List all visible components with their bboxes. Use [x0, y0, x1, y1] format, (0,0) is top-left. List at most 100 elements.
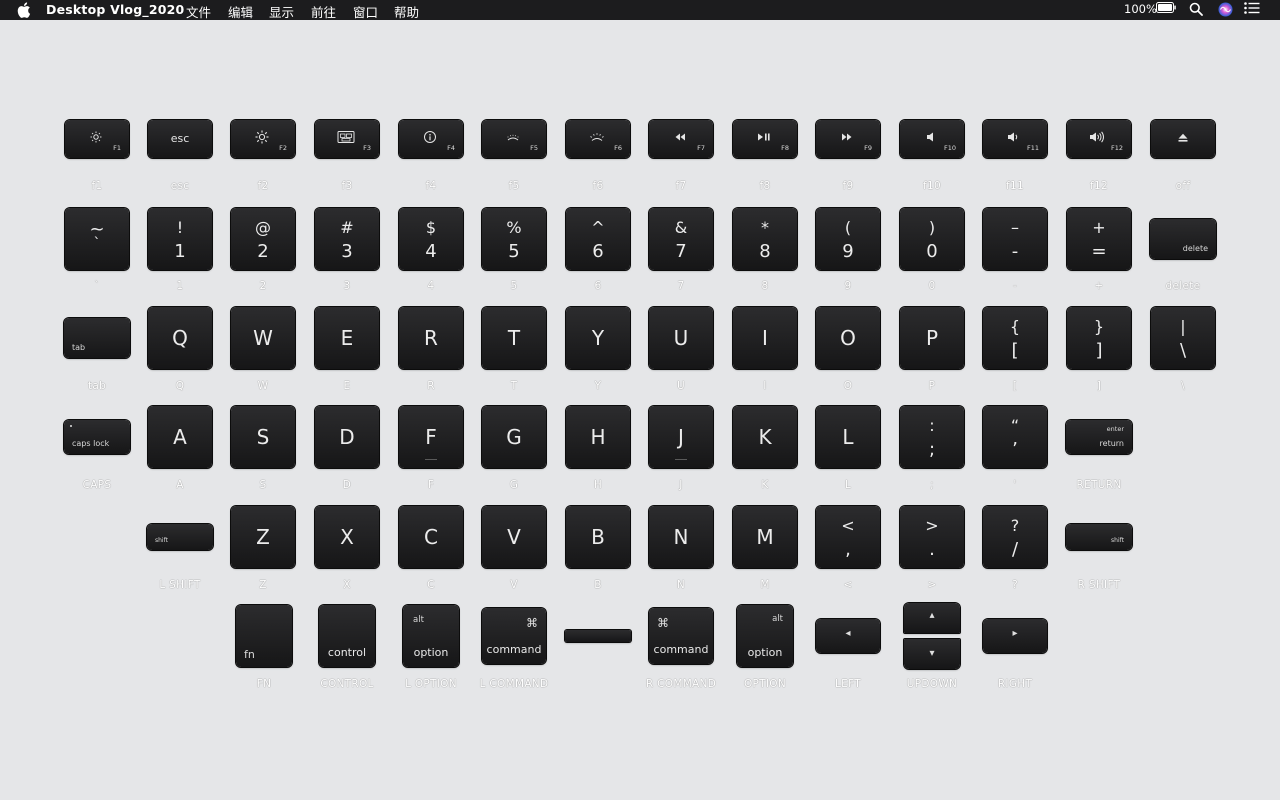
key-off[interactable] [1151, 120, 1215, 158]
key-m[interactable]: M [733, 506, 797, 568]
key-space[interactable] [565, 630, 631, 642]
key-left-option[interactable]: alt option [403, 605, 459, 667]
key-n[interactable]: N [649, 506, 713, 568]
key-o[interactable]: O [816, 307, 880, 369]
key-f7[interactable]: F7 [649, 120, 713, 158]
key-e[interactable]: E [315, 307, 379, 369]
key-left-command[interactable]: ⌘ command [482, 608, 546, 664]
key-6[interactable]: ^ 6 [566, 208, 630, 270]
key-c[interactable]: C [399, 506, 463, 568]
key-h[interactable]: H [566, 406, 630, 468]
key-backslash[interactable]: | \ [1151, 307, 1215, 369]
key-p[interactable]: P [900, 307, 964, 369]
arrow-right-icon: ▸ [1012, 628, 1018, 639]
search-icon[interactable] [1189, 2, 1203, 16]
menu-view[interactable]: 显示 [269, 2, 294, 21]
key-3[interactable]: #3 [315, 208, 379, 270]
key-7[interactable]: & 7 [649, 208, 713, 270]
key-f2[interactable]: F2 [231, 120, 295, 158]
notification-center-icon[interactable] [1244, 2, 1260, 14]
key-right-option[interactable]: alt option [737, 605, 793, 667]
key-control[interactable]: control [319, 605, 375, 667]
key-arrow-right[interactable]: ▸ [983, 619, 1047, 653]
battery-icon[interactable] [1156, 2, 1176, 13]
menu-file[interactable]: 文件 [186, 2, 211, 21]
key-f8[interactable]: F8 [733, 120, 797, 158]
key-f6[interactable]: F6 [566, 120, 630, 158]
menu-help[interactable]: 帮助 [394, 2, 419, 21]
key-a[interactable]: A [148, 406, 212, 468]
key-backtick[interactable]: ~ ` [65, 208, 129, 270]
battery-percentage[interactable]: 100% [1124, 2, 1157, 16]
key-quote[interactable]: “’ [983, 406, 1047, 468]
app-title[interactable]: Desktop Vlog_2020 [46, 2, 184, 17]
key-f1[interactable]: F1 [65, 120, 129, 158]
key-f10[interactable]: F10 [900, 120, 964, 158]
key-9[interactable]: (9 [816, 208, 880, 270]
key-z[interactable]: Z [231, 506, 295, 568]
key-q[interactable]: Q [148, 307, 212, 369]
key-5[interactable]: % 5 [482, 208, 546, 270]
key-f9[interactable]: F9 [816, 120, 880, 158]
key-minus[interactable]: – - [983, 208, 1047, 270]
key-f[interactable]: F [399, 406, 463, 468]
key-y[interactable]: Y [566, 307, 630, 369]
menu-edit[interactable]: 编辑 [228, 2, 253, 21]
key-u[interactable]: U [649, 307, 713, 369]
key-w[interactable]: W [231, 307, 295, 369]
siri-icon[interactable] [1218, 2, 1233, 17]
key-caps-lock[interactable]: caps lock [64, 420, 130, 454]
key-2[interactable]: @2 [231, 208, 295, 270]
key-4[interactable]: $4 [399, 208, 463, 270]
key-t[interactable]: T [482, 307, 546, 369]
key-semicolon[interactable]: :; [900, 406, 964, 468]
key-slash[interactable]: ? / [983, 506, 1047, 568]
key-f11[interactable]: F11 [983, 120, 1047, 158]
key-l[interactable]: L [816, 406, 880, 468]
key-g[interactable]: G [482, 406, 546, 468]
key-return[interactable]: enter return [1066, 420, 1132, 454]
key-arrow-up[interactable]: ▴ [904, 603, 960, 633]
key-j[interactable]: J [649, 406, 713, 468]
key-open-bracket[interactable]: {[ [983, 307, 1047, 369]
key-f4[interactable]: F4 [399, 120, 463, 158]
key-cap-tab: tab [72, 343, 86, 352]
key-cap-delete: delete [1182, 244, 1208, 253]
key-fn-label: F9 [864, 144, 872, 152]
label-c: C [427, 579, 435, 591]
menu-go[interactable]: 前往 [311, 2, 336, 21]
key-esc[interactable]: esc [148, 120, 212, 158]
key-arrow-down[interactable]: ▾ [904, 639, 960, 669]
key-k[interactable]: K [733, 406, 797, 468]
key-1[interactable]: ! 1 [148, 208, 212, 270]
menu-window[interactable]: 窗口 [353, 2, 378, 21]
key-x[interactable]: X [315, 506, 379, 568]
key-8[interactable]: * 8 [733, 208, 797, 270]
key-d[interactable]: D [315, 406, 379, 468]
key-b[interactable]: B [566, 506, 630, 568]
key-plus[interactable]: + = [1067, 208, 1131, 270]
key-comma[interactable]: <, [816, 506, 880, 568]
key-right-command[interactable]: ⌘ command [649, 608, 713, 664]
label-backtick: ` [94, 280, 100, 292]
key-cap-bottom: 1 [174, 241, 186, 262]
key-f3[interactable]: F3 [315, 120, 379, 158]
key-f5[interactable]: F5 [482, 120, 546, 158]
key-right-shift[interactable]: shift [1066, 524, 1132, 550]
key-v[interactable]: V [482, 506, 546, 568]
apple-icon[interactable] [17, 2, 31, 18]
key-tab[interactable]: tab [64, 318, 130, 358]
key-r[interactable]: R [399, 307, 463, 369]
key-fn[interactable]: fn [236, 605, 292, 667]
key-arrow-left[interactable]: ◂ [816, 619, 880, 653]
label-q: Q [175, 380, 185, 392]
key-close-bracket[interactable]: }] [1067, 307, 1131, 369]
key-0[interactable]: ) 0 [900, 208, 964, 270]
key-cap-bottom: ` [93, 236, 101, 252]
key-s[interactable]: S [231, 406, 295, 468]
key-period[interactable]: >. [900, 506, 964, 568]
key-left-shift[interactable]: shift [147, 524, 213, 550]
key-i[interactable]: I [733, 307, 797, 369]
key-f12[interactable]: F12 [1067, 120, 1131, 158]
key-delete[interactable]: delete [1150, 219, 1216, 259]
